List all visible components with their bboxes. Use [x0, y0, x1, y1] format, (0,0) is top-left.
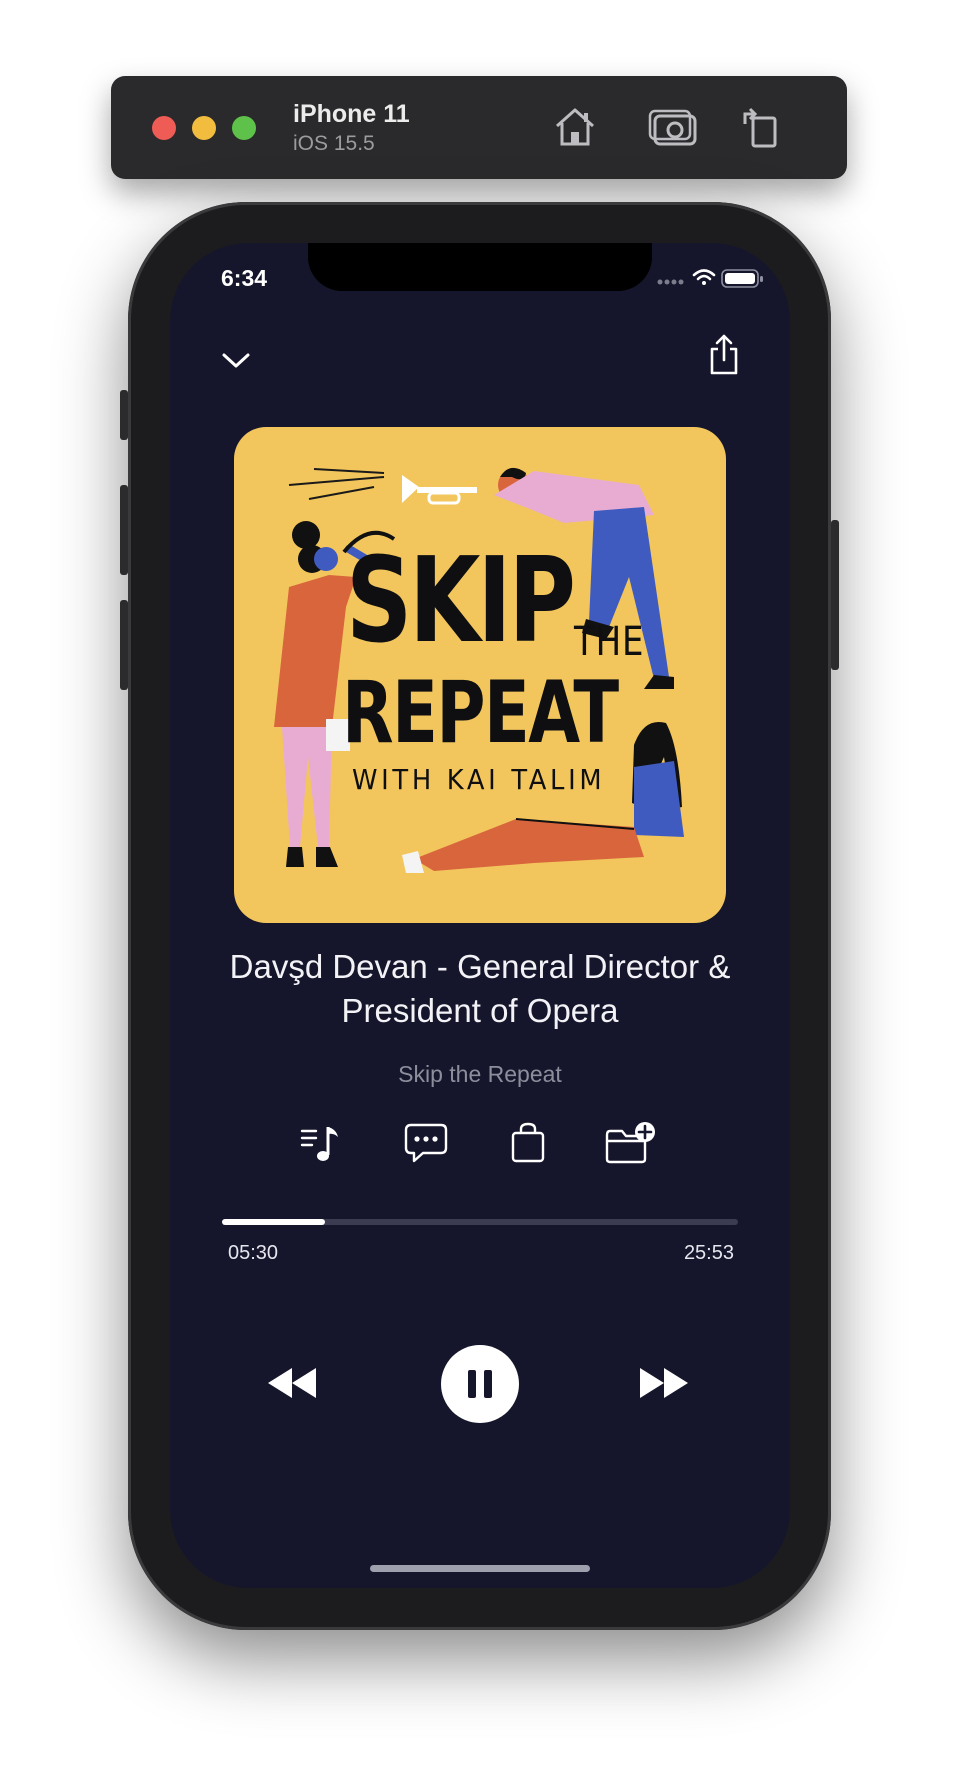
playlist-icon — [300, 1127, 338, 1161]
rotate-button[interactable] — [739, 104, 781, 150]
rewind-button[interactable] — [264, 1364, 320, 1402]
power-button — [831, 520, 839, 670]
home-indicator[interactable] — [370, 1565, 590, 1572]
share-icon — [710, 334, 738, 375]
volume-up-button — [120, 485, 128, 575]
artwork-title-repeat: REPEAT — [342, 663, 619, 763]
minimize-window-button[interactable] — [192, 116, 216, 140]
progress-fill — [222, 1219, 326, 1225]
status-time: 6:34 — [221, 265, 268, 291]
simulator-toolbar: iPhone 11 iOS 15.5 — [111, 76, 847, 179]
zoom-window-button[interactable] — [232, 116, 256, 140]
transcript-icon — [404, 1123, 448, 1163]
shop-icon — [511, 1122, 545, 1163]
fast-forward-icon — [640, 1368, 688, 1398]
pause-icon — [441, 1345, 519, 1423]
playlist-button[interactable] — [298, 1121, 342, 1165]
share-button[interactable] — [706, 333, 742, 375]
podcast-artwork: SKIP THE REPEAT WITH KAI TALIM — [234, 427, 726, 923]
cellular-icon — [657, 279, 684, 285]
podcast-name[interactable]: Skip the Repeat — [210, 1061, 750, 1088]
collapse-player-button[interactable] — [218, 345, 254, 375]
progress-scrubber[interactable] — [222, 1219, 738, 1225]
pause-button[interactable] — [441, 1345, 519, 1423]
fast-forward-button[interactable] — [636, 1364, 692, 1402]
battery-icon — [721, 269, 763, 288]
add-to-folder-icon — [605, 1122, 655, 1164]
screenshot-button[interactable] — [647, 104, 699, 150]
shop-button[interactable] — [508, 1121, 548, 1165]
status-icons — [657, 269, 763, 288]
rotate-icon — [743, 107, 777, 148]
home-button[interactable] — [551, 104, 599, 150]
screenshot-icon — [648, 109, 697, 146]
episode-title: Davşd Devan - General Director & Preside… — [229, 948, 731, 1029]
artwork-title-the: THE — [574, 619, 645, 665]
device-name: iPhone 11 — [293, 100, 410, 128]
add-to-folder-button[interactable] — [604, 1121, 656, 1165]
notch — [308, 243, 652, 291]
artwork-title-skip: SKIP — [346, 531, 576, 669]
mute-switch — [120, 390, 128, 440]
chevron-down-icon — [222, 353, 250, 368]
total-duration: 25:53 — [683, 1242, 734, 1264]
rewind-icon — [268, 1368, 316, 1398]
app-screen: 6:34 SKIP THE REPEAT WITH KAI TALIM Davş… — [170, 243, 790, 1588]
elapsed-time: 05:30 — [228, 1242, 279, 1264]
transcript-button[interactable] — [403, 1121, 449, 1165]
device-os-version: iOS 15.5 — [293, 132, 375, 155]
close-window-button[interactable] — [152, 116, 176, 140]
home-icon — [556, 108, 594, 146]
wifi-icon — [692, 269, 716, 285]
artwork-host-line: WITH KAI TALIM — [352, 763, 606, 796]
volume-down-button — [120, 600, 128, 690]
